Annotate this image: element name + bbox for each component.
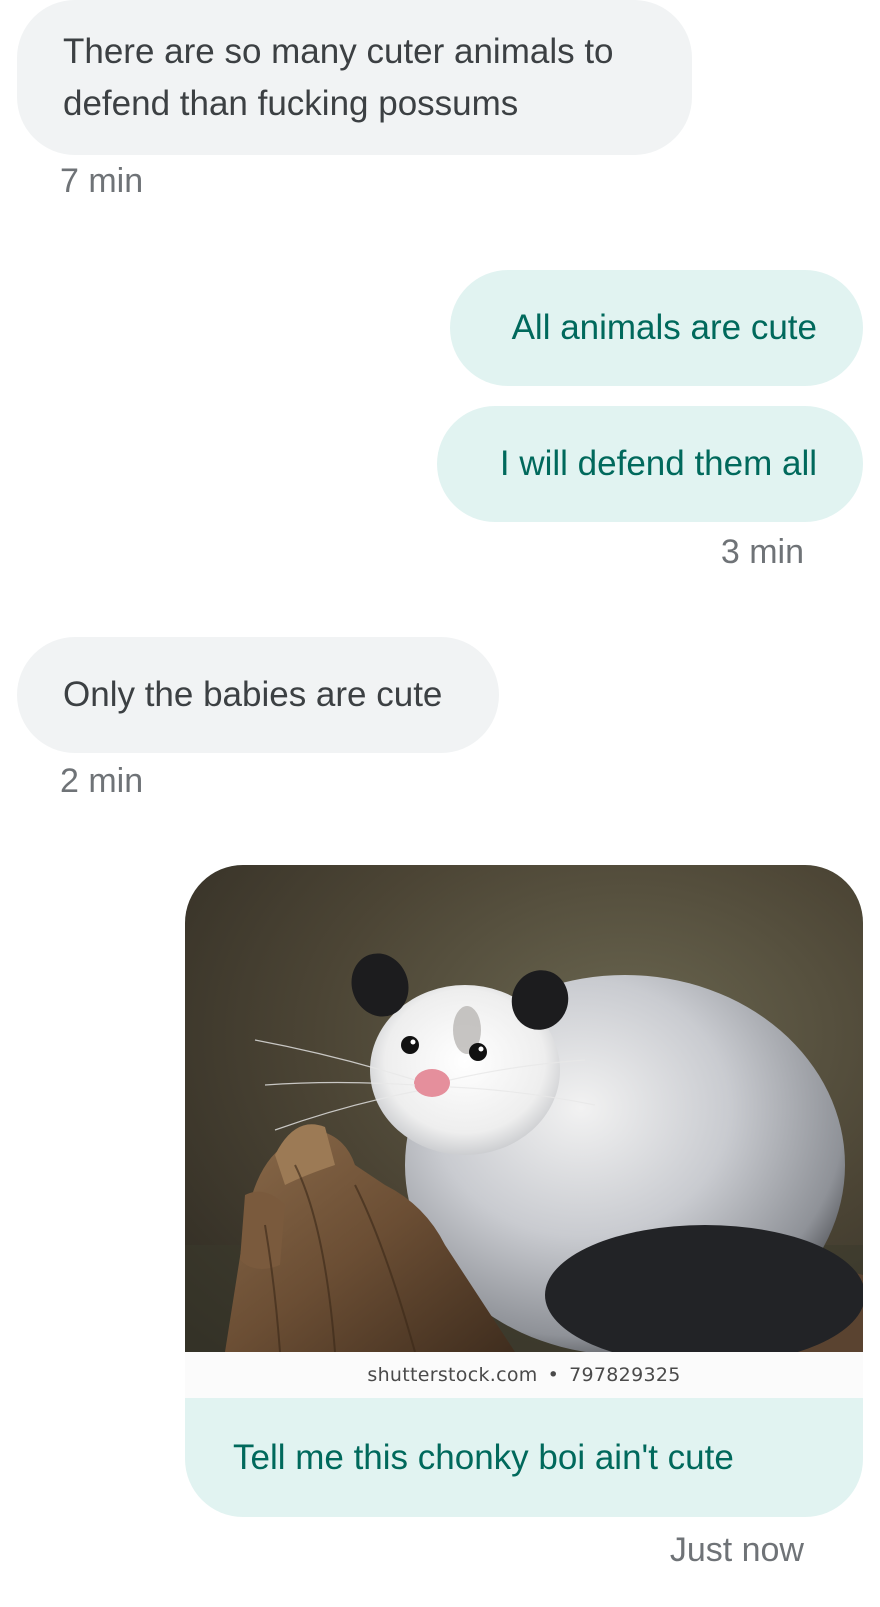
outgoing-message-bubble[interactable]: I will defend them all — [437, 406, 863, 522]
message-text: There are so many cuter animals to defen… — [63, 32, 614, 123]
image-caption: Tell me this chonky boi ain't cute — [185, 1398, 863, 1517]
watermark-id: 797829325 — [569, 1364, 681, 1386]
message-text: Tell me this chonky boi ain't cute — [233, 1437, 734, 1477]
message-text: Only the babies are cute — [63, 675, 443, 714]
incoming-message-bubble[interactable]: There are so many cuter animals to defen… — [17, 0, 692, 155]
message-timestamp: 7 min — [60, 162, 144, 200]
message-text: All animals are cute — [511, 308, 817, 347]
image-watermark: shutterstock.com • 797829325 — [185, 1352, 863, 1398]
watermark-site: shutterstock.com — [367, 1364, 538, 1386]
opossum-photo[interactable] — [185, 865, 863, 1352]
message-text: I will defend them all — [499, 444, 817, 483]
outgoing-message-bubble[interactable]: All animals are cute — [450, 270, 863, 386]
conversation-thread: There are so many cuter animals to defen… — [0, 0, 880, 1607]
outgoing-image-message[interactable]: shutterstock.com • 797829325 Tell me thi… — [185, 865, 863, 1517]
watermark-separator: • — [547, 1364, 560, 1386]
message-timestamp: 2 min — [60, 762, 144, 800]
incoming-message-bubble[interactable]: Only the babies are cute — [17, 637, 499, 753]
message-timestamp: 3 min — [720, 533, 804, 571]
message-timestamp: Just now — [669, 1531, 804, 1569]
